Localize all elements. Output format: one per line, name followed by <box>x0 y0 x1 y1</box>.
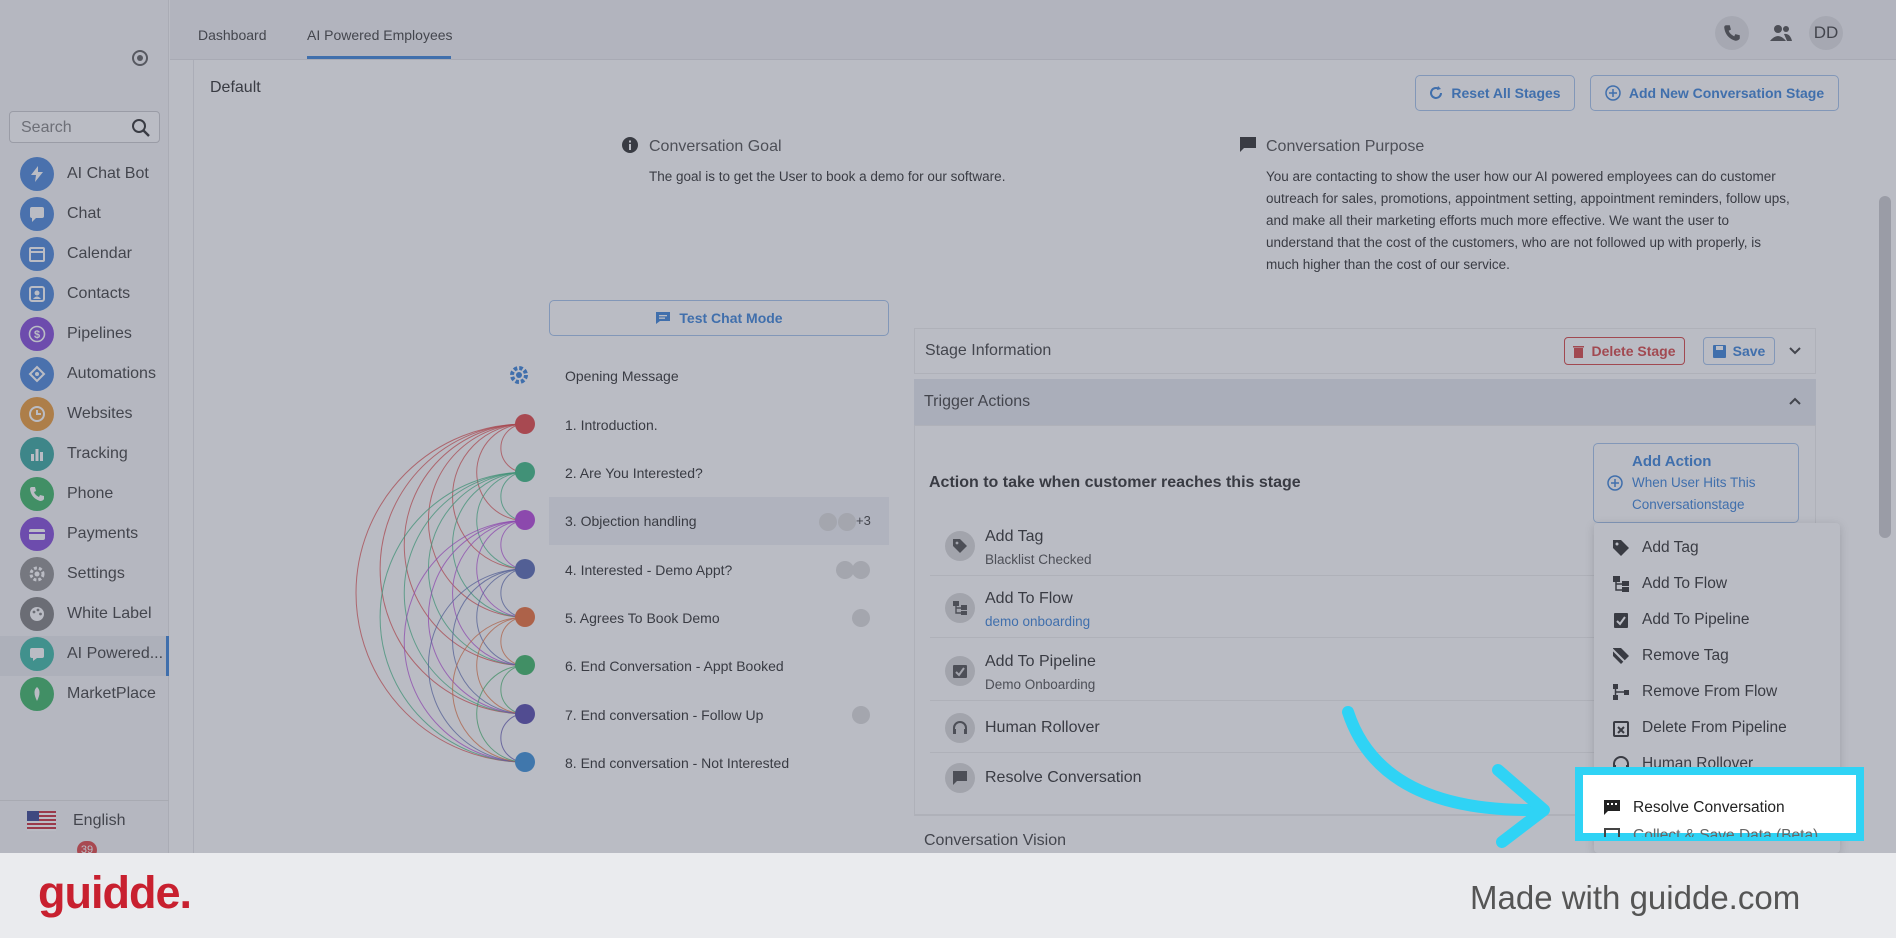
footer: guidde. Made with guidde.com <box>0 853 1896 938</box>
made-with-text: Made with guidde.com <box>1470 879 1801 916</box>
form-icon <box>1604 828 1620 837</box>
message-icon <box>1604 800 1620 815</box>
dim-overlay <box>0 0 1896 853</box>
menu-item-resolve-conversation[interactable]: Resolve Conversation <box>1603 799 1785 817</box>
highlight-box: Resolve Conversation Collect & Save Data… <box>1575 767 1864 841</box>
pointer-arrow <box>1342 706 1550 848</box>
menu-item-collect-save-data[interactable]: Collect & Save Data (Beta) <box>1603 827 1818 837</box>
guidde-logo: guidde. <box>38 867 192 918</box>
